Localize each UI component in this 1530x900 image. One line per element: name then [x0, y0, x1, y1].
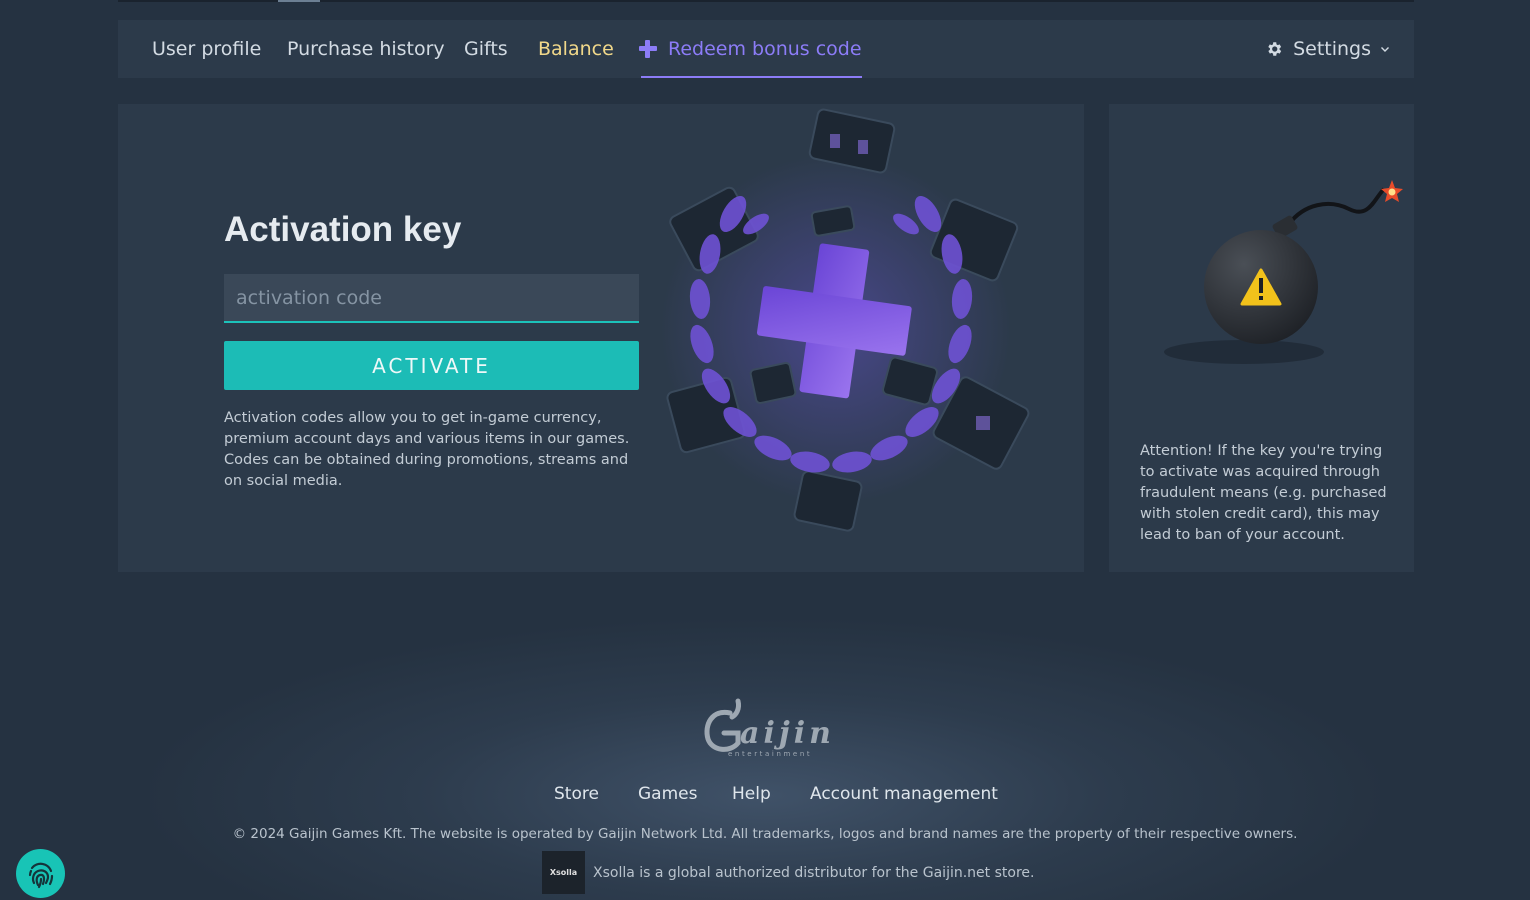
tab-gifts[interactable]: Gifts — [464, 20, 508, 78]
footer-link-games[interactable]: Games — [638, 784, 697, 804]
tab-user-profile[interactable]: User profile — [152, 20, 261, 78]
activation-card: Activation key ACTIVATE Activation codes… — [118, 104, 1084, 572]
tab-balance[interactable]: Balance — [538, 20, 614, 78]
settings-dropdown[interactable]: Settings — [1265, 20, 1390, 78]
xsolla-text: Xsolla is a global authorized distributo… — [593, 864, 1035, 881]
footer-link-account-management[interactable]: Account management — [810, 784, 998, 804]
plus-icon — [639, 40, 657, 58]
fraud-warning-card: Attention! If the key you're trying to a… — [1109, 104, 1414, 572]
fingerprint-icon — [28, 862, 53, 888]
account-nav-bar: User profile Purchase history Gifts Bala… — [118, 20, 1414, 78]
activate-button[interactable]: ACTIVATE — [224, 341, 639, 390]
chevron-down-icon — [1381, 47, 1389, 52]
activation-code-input[interactable] — [224, 274, 639, 323]
footer-link-store[interactable]: Store — [554, 784, 599, 804]
spark-icon — [1381, 180, 1403, 202]
fingerprint-button[interactable] — [16, 849, 65, 898]
gaijin-logo[interactable]: aijin entertainment — [700, 695, 832, 761]
gaijin-logo-subtext: entertainment — [728, 750, 812, 758]
gear-icon — [1268, 42, 1282, 56]
footer-links: Store Games Help Account management — [0, 784, 1530, 808]
footer-link-help[interactable]: Help — [732, 784, 771, 804]
top-edge-highlight — [278, 0, 320, 2]
gaijin-logo-text: aijin — [740, 716, 832, 751]
fraud-warning-text: Attention! If the key you're trying to a… — [1140, 443, 1387, 543]
tab-purchase-history[interactable]: Purchase history — [287, 20, 445, 78]
active-tab-indicator — [641, 76, 862, 78]
tab-redeem-label: Redeem bonus code — [668, 38, 862, 60]
activation-title: Activation key — [224, 210, 462, 249]
activation-description: Activation codes allow you to get in-gam… — [224, 410, 630, 489]
tab-redeem-bonus-code[interactable]: Redeem bonus code — [639, 20, 862, 78]
top-edge-strip — [118, 0, 1414, 2]
bomb-illustration — [1164, 180, 1403, 364]
settings-label: Settings — [1293, 38, 1371, 60]
bonus-code-illustration — [661, 108, 1030, 532]
xsolla-logo[interactable]: Xsolla — [542, 851, 585, 894]
copyright-text: © 2024 Gaijin Games Kft. The website is … — [232, 826, 1298, 842]
xsolla-notice: Xsolla Xsolla is a global authorized dis… — [542, 851, 1034, 894]
